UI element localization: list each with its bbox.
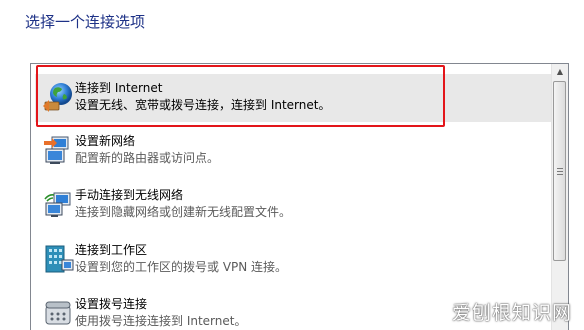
- option-description: 配置新的路由器或访问点。: [75, 151, 220, 165]
- option-description: 使用拨号连接连接到 Internet。: [75, 314, 247, 328]
- watermark: 爱刨根知识网: [451, 302, 572, 324]
- wireless-network-icon: [44, 192, 71, 217]
- scrollbar-grip-icon: [557, 168, 563, 175]
- option-setup-new-network[interactable]: 设置新网络 配置新的路由器或访问点。: [35, 127, 552, 175]
- dialog-title: 选择一个连接选项: [25, 13, 146, 31]
- vertical-scrollbar[interactable]: ▲: [551, 64, 568, 330]
- option-manual-wireless[interactable]: 手动连接到无线网络 连接到隐藏网络或创建新无线配置文件。: [35, 181, 552, 229]
- selection-highlight-box: [36, 65, 445, 127]
- option-description: 设置到您的工作区的拨号或 VPN 连接。: [75, 260, 288, 274]
- option-name: 设置新网络: [75, 134, 136, 148]
- scroll-up-arrow-icon[interactable]: ▲: [552, 64, 568, 80]
- network-computers-icon: [44, 136, 69, 164]
- scrollbar-thumb[interactable]: [553, 81, 566, 261]
- option-name: 连接到工作区: [75, 243, 148, 257]
- dialup-phone-icon: [45, 301, 71, 325]
- workplace-building-icon: [45, 245, 74, 273]
- option-connect-workplace[interactable]: 连接到工作区 设置到您的工作区的拨号或 VPN 连接。: [35, 236, 552, 284]
- option-name: 手动连接到无线网络: [75, 188, 184, 202]
- option-description: 连接到隐藏网络或创建新无线配置文件。: [75, 205, 292, 219]
- option-name: 设置拨号连接: [75, 297, 148, 311]
